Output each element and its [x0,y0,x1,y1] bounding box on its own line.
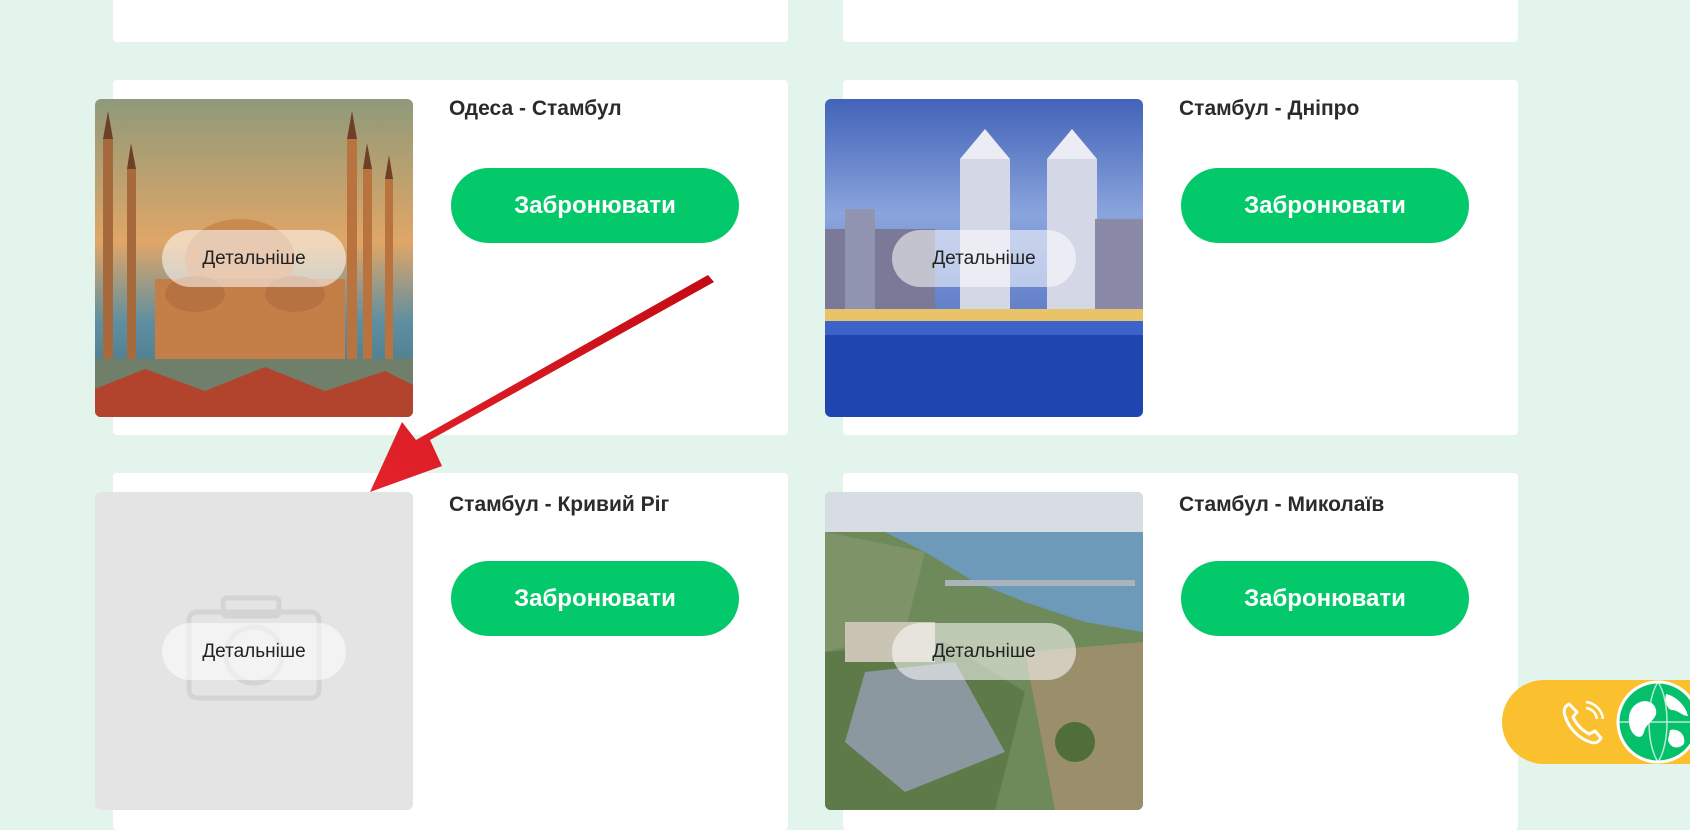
route-image[interactable]: Детальніше [95,99,413,417]
book-button[interactable]: Забронювати [1181,561,1469,636]
route-card: Детальніше Стамбул - Дніпро Забронювати [825,80,1518,435]
route-title: Стамбул - Дніпро [1179,97,1360,120]
route-card-partial-left [113,0,788,42]
route-image[interactable]: Детальніше [95,492,413,810]
route-card-partial-right [843,0,1518,42]
route-image[interactable]: Детальніше [825,492,1143,810]
route-title: Стамбул - Кривий Ріг [449,493,670,516]
details-button[interactable]: Детальніше [892,623,1076,680]
route-card: Детальніше Одеса - Стамбул Забронювати [95,80,788,435]
route-card: Детальніше Стамбул - Кривий Ріг Забронюв… [95,473,788,830]
details-button[interactable]: Детальніше [162,623,346,680]
details-button[interactable]: Детальніше [162,230,346,287]
globe-icon[interactable] [1616,680,1690,764]
book-button[interactable]: Забронювати [451,561,739,636]
contact-widget [1502,680,1690,764]
route-title: Стамбул - Миколаїв [1179,493,1385,516]
phone-icon[interactable] [1560,700,1604,746]
page: Детальніше Одеса - Стамбул Забронювати Д… [0,0,1690,830]
book-button[interactable]: Забронювати [1181,168,1469,243]
book-button[interactable]: Забронювати [451,168,739,243]
route-image[interactable]: Детальніше [825,99,1143,417]
route-title: Одеса - Стамбул [449,97,622,120]
route-card: Детальніше Стамбул - Миколаїв Забронюват… [825,473,1518,830]
details-button[interactable]: Детальніше [892,230,1076,287]
